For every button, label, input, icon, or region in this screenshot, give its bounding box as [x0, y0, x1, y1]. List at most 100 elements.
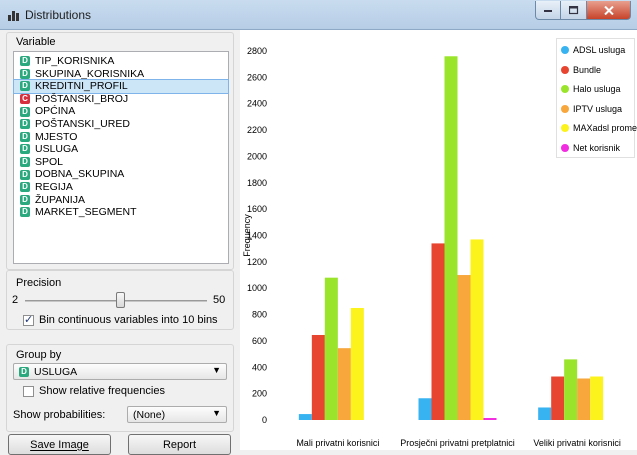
window-title: Distributions	[25, 8, 92, 22]
relative-freq-row[interactable]: Show relative frequencies	[23, 385, 165, 397]
chevron-down-icon: ▼	[212, 365, 221, 375]
y-tick-label: 1200	[247, 257, 267, 267]
chart-bar	[551, 376, 565, 420]
group-by-select[interactable]: D USLUGA ▼	[13, 363, 227, 380]
bin-checkbox[interactable]	[23, 313, 34, 326]
variable-name: SKUPINA_KORISNIKA	[35, 67, 145, 80]
chart-bar	[337, 348, 351, 420]
variable-list-item[interactable]: D OPĆINA	[14, 105, 228, 118]
variable-list-item[interactable]: D TIP_KORISNIKA	[14, 55, 228, 68]
legend-item: Bundle	[561, 65, 601, 75]
y-axis-label: Frequency	[242, 214, 252, 257]
variable-name: OPĆINA	[35, 105, 76, 118]
y-tick-label: 1600	[247, 204, 267, 214]
variable-box: Variable D TIP_KORISNIKA D SKUPINA_KORISNIK…	[6, 32, 234, 270]
legend-label: MAXadsl promet	[573, 123, 637, 133]
chart-legend: ADSL usluga Bundle Halo usluga IPTV usluga M…	[556, 38, 637, 158]
x-tick-label: Mali privatni korisnici	[296, 438, 379, 448]
report-label: Report	[162, 438, 197, 451]
bin-checkbox-row[interactable]: Bin continuous variables into 10 bins	[23, 313, 218, 326]
legend-swatch	[561, 104, 569, 113]
chart-bar	[483, 418, 497, 420]
probabilities-label: Show probabilities:	[13, 409, 106, 421]
precision-box: Precision 2 50 Bin continuous variables …	[6, 270, 234, 330]
chart-bar	[577, 378, 591, 420]
variable-list-item[interactable]: D POŠTANSKI_URED	[14, 118, 228, 131]
maximize-button[interactable]	[561, 1, 587, 20]
variable-name: SPOL	[35, 155, 64, 168]
legend-label: IPTV usluga	[573, 103, 623, 114]
variable-list[interactable]: D TIP_KORISNIKA D SKUPINA_KORISNIKA D KREDITN…	[13, 51, 229, 264]
y-tick-label: 600	[252, 336, 267, 346]
chart-bar	[564, 359, 578, 420]
variable-name: ŽUPANIJA	[35, 193, 85, 206]
discrete-type-icon: D	[20, 157, 30, 168]
y-tick-label: 1800	[247, 178, 267, 188]
legend-item: Net korisnik	[561, 143, 620, 153]
variable-name: KREDITNI_PROFIL	[35, 80, 128, 93]
variable-list-item[interactable]: D MARKET_SEGMENT	[14, 206, 228, 219]
x-tick-label: Veliki privatni korisnici	[533, 438, 621, 448]
variable-name: MARKET_SEGMENT	[35, 206, 137, 219]
variable-list-item[interactable]: D SPOL	[14, 156, 228, 169]
chart-bar	[457, 275, 471, 420]
bin-label: Bin continuous variables into 10 bins	[39, 314, 218, 326]
variable-name: USLUGA	[35, 143, 79, 156]
discrete-type-icon: D	[20, 194, 30, 205]
chart-bar	[418, 398, 432, 420]
legend-label: ADSL usluga	[573, 45, 626, 55]
report-button[interactable]: Report	[128, 434, 231, 455]
discrete-type-icon: D	[20, 56, 30, 67]
chart-bar	[431, 243, 445, 420]
relative-freq-checkbox[interactable]	[23, 385, 34, 397]
variable-list-item[interactable]: D KREDITNI_PROFIL	[13, 79, 229, 94]
maximize-icon	[568, 5, 578, 14]
close-button[interactable]	[587, 1, 631, 20]
legend-item: Halo usluga	[561, 84, 621, 94]
variable-label: Variable	[16, 36, 56, 48]
legend-label: Net korisnik	[573, 142, 621, 153]
save-image-button[interactable]: Save Image	[8, 434, 111, 455]
variable-name: DOBNA_SKUPINA	[35, 168, 125, 181]
chevron-down-icon: ▼	[212, 408, 221, 418]
variable-name: MJESTO	[35, 130, 78, 143]
y-tick-label: 1000	[247, 283, 267, 293]
discrete-type-icon: D	[20, 119, 30, 130]
precision-slider-handle[interactable]	[116, 292, 125, 308]
save-image-label: Save Image	[30, 438, 89, 451]
probabilities-select[interactable]: (None) ▼	[127, 406, 227, 423]
chart-bar	[470, 239, 484, 420]
legend-swatch	[561, 65, 569, 74]
y-tick-label: 2000	[247, 151, 267, 161]
control-panel: Variable D TIP_KORISNIKA D SKUPINA_KORISNIK…	[0, 30, 240, 455]
y-tick-label: 800	[252, 310, 267, 320]
discrete-type-icon: D	[20, 68, 30, 79]
variable-list-item[interactable]: D SKUPINA_KORISNIKA	[14, 68, 228, 81]
variable-list-item[interactable]: D USLUGA	[14, 143, 228, 156]
chart-bar	[350, 307, 364, 420]
variable-list-item[interactable]: D REGIJA	[14, 181, 228, 194]
y-tick-label: 2400	[247, 99, 267, 109]
y-tick-label: 200	[252, 389, 267, 399]
legend-label: Halo usluga	[573, 84, 621, 94]
discrete-type-icon: D	[20, 106, 30, 117]
legend-item: ADSL usluga	[561, 45, 625, 55]
minimize-button[interactable]	[535, 1, 561, 20]
group-by-label: Group by	[16, 349, 62, 361]
y-tick-label: 2800	[247, 46, 267, 56]
variable-list-item[interactable]: D DOBNA_SKUPINA	[14, 168, 228, 181]
legend-swatch	[561, 85, 569, 93]
legend-item: IPTV usluga	[561, 104, 622, 114]
variable-list-item[interactable]: C POŠTANSKI_BROJ	[14, 93, 228, 106]
discrete-type-icon: D	[20, 144, 30, 155]
group-by-box: Group by D USLUGA ▼ Show relative freque…	[6, 344, 234, 432]
chart-bar	[298, 414, 312, 420]
discrete-type-icon: D	[19, 366, 29, 377]
variable-list-item[interactable]: D MJESTO	[14, 131, 228, 144]
variable-list-item[interactable]: D ŽUPANIJA	[14, 194, 228, 207]
precision-max-label: 50	[213, 294, 226, 306]
discrete-type-icon: D	[20, 169, 30, 180]
chart-bar	[324, 277, 338, 420]
title-bar: Distributions	[0, 0, 637, 30]
y-tick-label: 2600	[247, 72, 267, 82]
